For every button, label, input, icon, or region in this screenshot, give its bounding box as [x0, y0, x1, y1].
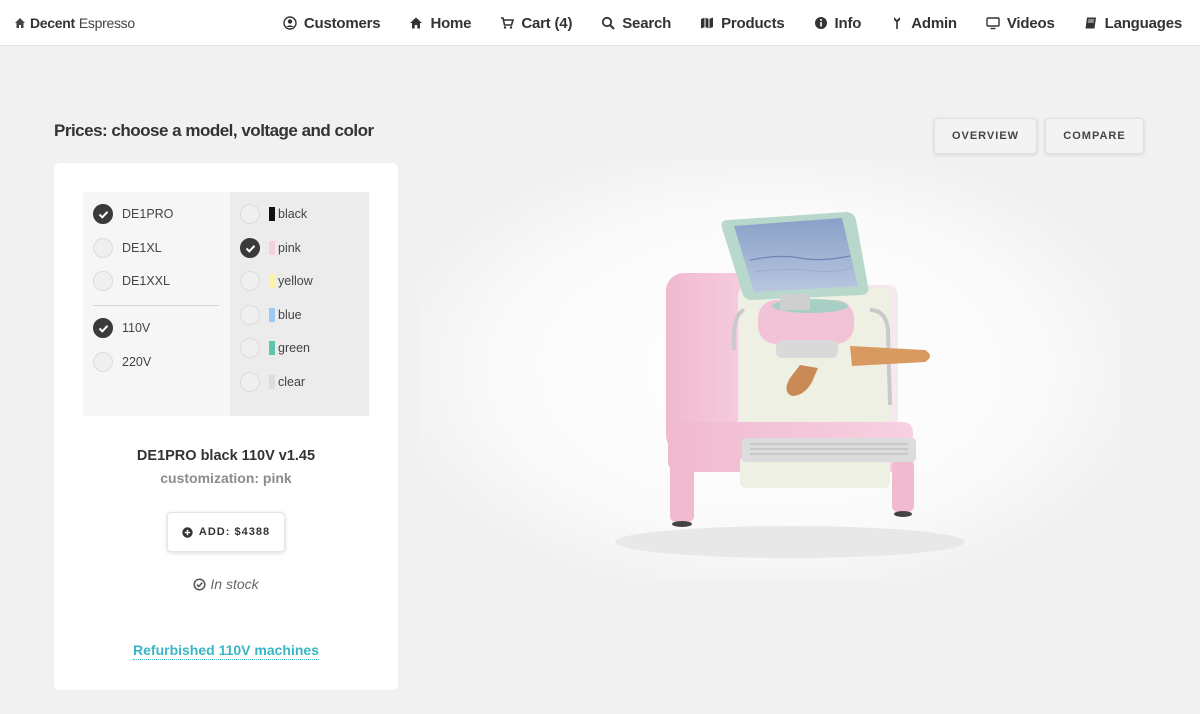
- check-icon: [98, 210, 108, 219]
- check-circle-icon: [193, 577, 206, 591]
- nav-products[interactable]: Products: [700, 14, 785, 32]
- nav-languages[interactable]: Languages: [1084, 15, 1182, 32]
- nav-label: Home: [430, 14, 472, 32]
- color-option-black[interactable]: black: [240, 204, 307, 224]
- option-label: blue: [278, 308, 302, 322]
- espresso-machine-image: [420, 160, 1120, 580]
- option-label: DE1PRO: [122, 207, 174, 221]
- shadow: [615, 526, 965, 558]
- nav-label: Search: [622, 14, 672, 32]
- check-icon: [245, 244, 255, 253]
- color-swatch: [269, 241, 275, 255]
- voltage-option-220v[interactable]: 220V: [93, 352, 151, 372]
- nav-home[interactable]: Home: [409, 14, 472, 32]
- nav-admin[interactable]: Admin: [890, 15, 957, 32]
- nav-videos[interactable]: Videos: [986, 15, 1055, 32]
- options-panel: DE1PRO DE1XL DE1XXL 110V 220V black pink…: [83, 192, 369, 416]
- color-column: black pink yellow blue green clear: [230, 192, 369, 416]
- radio-unchecked[interactable]: [240, 204, 260, 224]
- radio-unchecked[interactable]: [93, 352, 113, 372]
- radio-unchecked[interactable]: [240, 305, 260, 325]
- color-swatch: [269, 375, 275, 389]
- monitor-icon: [986, 17, 1000, 30]
- tablet-display: [721, 212, 869, 310]
- option-label: clear: [278, 375, 306, 389]
- option-label: pink: [278, 241, 301, 255]
- brand-name-bold: Decent: [30, 15, 75, 31]
- nav-label: Languages: [1104, 14, 1183, 32]
- nav-label: Info: [834, 14, 862, 32]
- color-swatch: [269, 207, 275, 221]
- color-swatch: [269, 341, 275, 355]
- color-option-blue[interactable]: blue: [240, 305, 302, 325]
- stock-label: In stock: [210, 576, 259, 592]
- nav-info[interactable]: Info: [814, 14, 862, 32]
- radio-checked[interactable]: [93, 318, 113, 338]
- compare-button[interactable]: COMPARE: [1045, 118, 1144, 154]
- color-swatch: [269, 308, 275, 322]
- option-label: yellow: [278, 274, 313, 288]
- product-name: DE1PRO black 110V v1.45: [136, 448, 316, 464]
- add-button-label: ADD: $4388: [198, 526, 271, 538]
- color-option-pink[interactable]: pink: [240, 238, 301, 258]
- refurbished-link[interactable]: Refurbished 110V machines: [54, 642, 398, 660]
- nav-label: Customers: [303, 14, 381, 32]
- option-label: 220V: [122, 355, 152, 369]
- radio-checked[interactable]: [240, 238, 260, 258]
- model-option-de1xl[interactable]: DE1XL: [93, 238, 162, 258]
- color-option-yellow[interactable]: yellow: [240, 271, 313, 291]
- radio-unchecked[interactable]: [240, 271, 260, 291]
- option-label: DE1XL: [122, 241, 162, 255]
- color-swatch: [269, 274, 275, 288]
- radio-unchecked[interactable]: [240, 338, 260, 358]
- admin-icon: [894, 17, 901, 29]
- nav-label: Products: [721, 14, 785, 32]
- home-icon: [15, 18, 25, 28]
- stock-status: In stock: [54, 576, 398, 592]
- customization-text: customization: pink: [160, 470, 292, 486]
- nav-label: Cart (4): [521, 14, 573, 32]
- model-option-de1xxl[interactable]: DE1XXL: [93, 271, 170, 291]
- color-option-clear[interactable]: clear: [240, 372, 305, 392]
- book-icon: [1085, 17, 1096, 29]
- nav-label: Videos: [1006, 14, 1055, 32]
- plus-circle-icon: [182, 526, 193, 538]
- brand-logo[interactable]: Decent Espresso: [14, 15, 135, 31]
- info-icon: [814, 17, 827, 29]
- page-title: Prices: choose a model, voltage and colo…: [54, 121, 374, 140]
- top-navbar: Decent Espresso Customers Home Cart (4) …: [0, 0, 1200, 46]
- option-label: 110V: [122, 321, 151, 335]
- radio-checked[interactable]: [93, 204, 113, 224]
- nav-customers[interactable]: Customers: [283, 15, 381, 32]
- option-label: DE1XXL: [122, 274, 170, 288]
- model-voltage-column: DE1PRO DE1XL DE1XXL 110V 220V: [83, 192, 230, 416]
- configurator-card: DE1PRO DE1XL DE1XXL 110V 220V black pink…: [54, 163, 398, 690]
- nav-label: Admin: [911, 14, 957, 32]
- map-icon: [701, 17, 714, 29]
- nav-cart[interactable]: Cart (4): [500, 15, 572, 32]
- radio-unchecked[interactable]: [93, 238, 113, 258]
- divider: [93, 305, 219, 306]
- overview-button[interactable]: OVERVIEW: [934, 118, 1037, 154]
- search-icon: [602, 16, 615, 30]
- radio-unchecked[interactable]: [240, 372, 260, 392]
- option-label: black: [278, 207, 308, 221]
- brand-name-light: Espresso: [78, 15, 135, 31]
- voltage-option-110v[interactable]: 110V: [93, 318, 150, 338]
- radio-unchecked[interactable]: [93, 271, 113, 291]
- model-option-de1pro[interactable]: DE1PRO: [93, 204, 173, 224]
- nav-search[interactable]: Search: [601, 15, 671, 32]
- add-to-cart-button[interactable]: ADD: $4388: [167, 512, 285, 552]
- main-nav: Customers Home Cart (4) Search Products …: [283, 0, 1182, 46]
- home-icon: [410, 17, 423, 29]
- color-option-green[interactable]: green: [240, 338, 310, 358]
- cart-icon: [501, 17, 515, 29]
- refurbished-link-label: Refurbished 110V machines: [133, 642, 319, 660]
- check-icon: [98, 324, 108, 333]
- option-label: green: [278, 341, 310, 355]
- user-circle-icon: [283, 16, 297, 30]
